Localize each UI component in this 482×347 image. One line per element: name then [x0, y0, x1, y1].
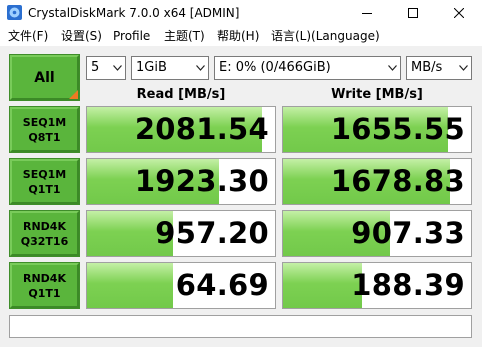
window-title: CrystalDiskMark 7.0.0 x64 [ADMIN]	[28, 6, 240, 20]
menu-help[interactable]: 帮助(H)	[217, 26, 259, 46]
read-result-cell: 1923.30	[86, 158, 276, 205]
read-result-cell: 64.69	[86, 262, 276, 309]
menu-file[interactable]: 文件(F)	[8, 26, 48, 46]
test-size-value: 1GiB	[136, 60, 167, 75]
read-result-cell: 2081.54	[86, 106, 276, 153]
write-result-bar	[283, 263, 362, 308]
read-result-value: 1923.30	[134, 164, 269, 198]
chevron-down-icon	[196, 65, 205, 71]
test-params: Q1T1	[28, 286, 61, 300]
test-name: RND4K	[23, 219, 66, 233]
read-result-bar	[87, 263, 174, 308]
write-column-header: Write [MB/s]	[331, 87, 423, 102]
write-result-cell: 1655.55	[282, 106, 472, 153]
write-result-value: 907.33	[351, 216, 465, 250]
chevron-down-icon	[113, 65, 122, 71]
test-size-select[interactable]: 1GiB	[131, 56, 209, 80]
write-result-cell: 907.33	[282, 210, 472, 257]
title-bar: CrystalDiskMark 7.0.0 x64 [ADMIN]	[0, 0, 482, 26]
menu-settings[interactable]: 设置(S)	[61, 26, 102, 46]
test-name: SEQ1M	[22, 115, 67, 129]
test-params: Q32T16	[20, 234, 69, 248]
write-result-cell: 1678.83	[282, 158, 472, 205]
drive-value: E: 0% (0/466GiB)	[219, 60, 331, 75]
test-params: Q1T1	[28, 182, 61, 196]
crystaldiskmark-app-icon	[7, 5, 22, 20]
all-button-label: All	[34, 69, 55, 86]
test-button-rnd4k-q32t16[interactable]: RND4K Q32T16	[9, 210, 80, 257]
write-result-value: 188.39	[351, 268, 465, 302]
test-button-seq1m-q1t1[interactable]: SEQ1M Q1T1	[9, 158, 80, 205]
comment-field[interactable]	[9, 315, 472, 338]
unit-select[interactable]: MB/s	[406, 56, 472, 80]
test-count-value: 5	[91, 60, 100, 75]
maximize-icon	[408, 8, 418, 18]
test-button-rnd4k-q1t1[interactable]: RND4K Q1T1	[9, 262, 80, 309]
test-button-seq1m-q8t1[interactable]: SEQ1M Q8T1	[9, 106, 80, 153]
write-result-value: 1678.83	[330, 164, 465, 198]
test-params: Q8T1	[28, 130, 61, 144]
read-result-value: 2081.54	[134, 112, 269, 146]
test-name: RND4K	[23, 271, 66, 285]
minimize-button[interactable]	[344, 0, 390, 26]
chevron-down-icon	[459, 65, 468, 71]
write-result-value: 1655.55	[330, 112, 465, 146]
chevron-down-icon	[388, 65, 397, 71]
drive-select[interactable]: E: 0% (0/466GiB)	[214, 56, 401, 80]
all-button[interactable]: All	[9, 54, 80, 101]
menu-bar: 文件(F) 设置(S) Profile 主题(T) 帮助(H) 语言(L)(La…	[0, 26, 482, 46]
test-name: SEQ1M	[22, 167, 67, 181]
read-result-value: 957.20	[155, 216, 269, 250]
menu-language[interactable]: 语言(L)(Language)	[271, 26, 380, 46]
menu-theme[interactable]: 主题(T)	[164, 26, 205, 46]
maximize-button[interactable]	[390, 0, 436, 26]
corner-marker	[69, 90, 78, 99]
read-column-header: Read [MB/s]	[136, 87, 226, 102]
test-count-select[interactable]: 5	[86, 56, 126, 80]
minimize-icon	[362, 13, 372, 14]
read-result-value: 64.69	[175, 268, 269, 302]
close-icon	[454, 8, 464, 18]
menu-profile[interactable]: Profile	[113, 26, 150, 46]
write-result-cell: 188.39	[282, 262, 472, 309]
read-result-cell: 957.20	[86, 210, 276, 257]
close-button[interactable]	[436, 0, 482, 26]
unit-value: MB/s	[411, 60, 443, 75]
